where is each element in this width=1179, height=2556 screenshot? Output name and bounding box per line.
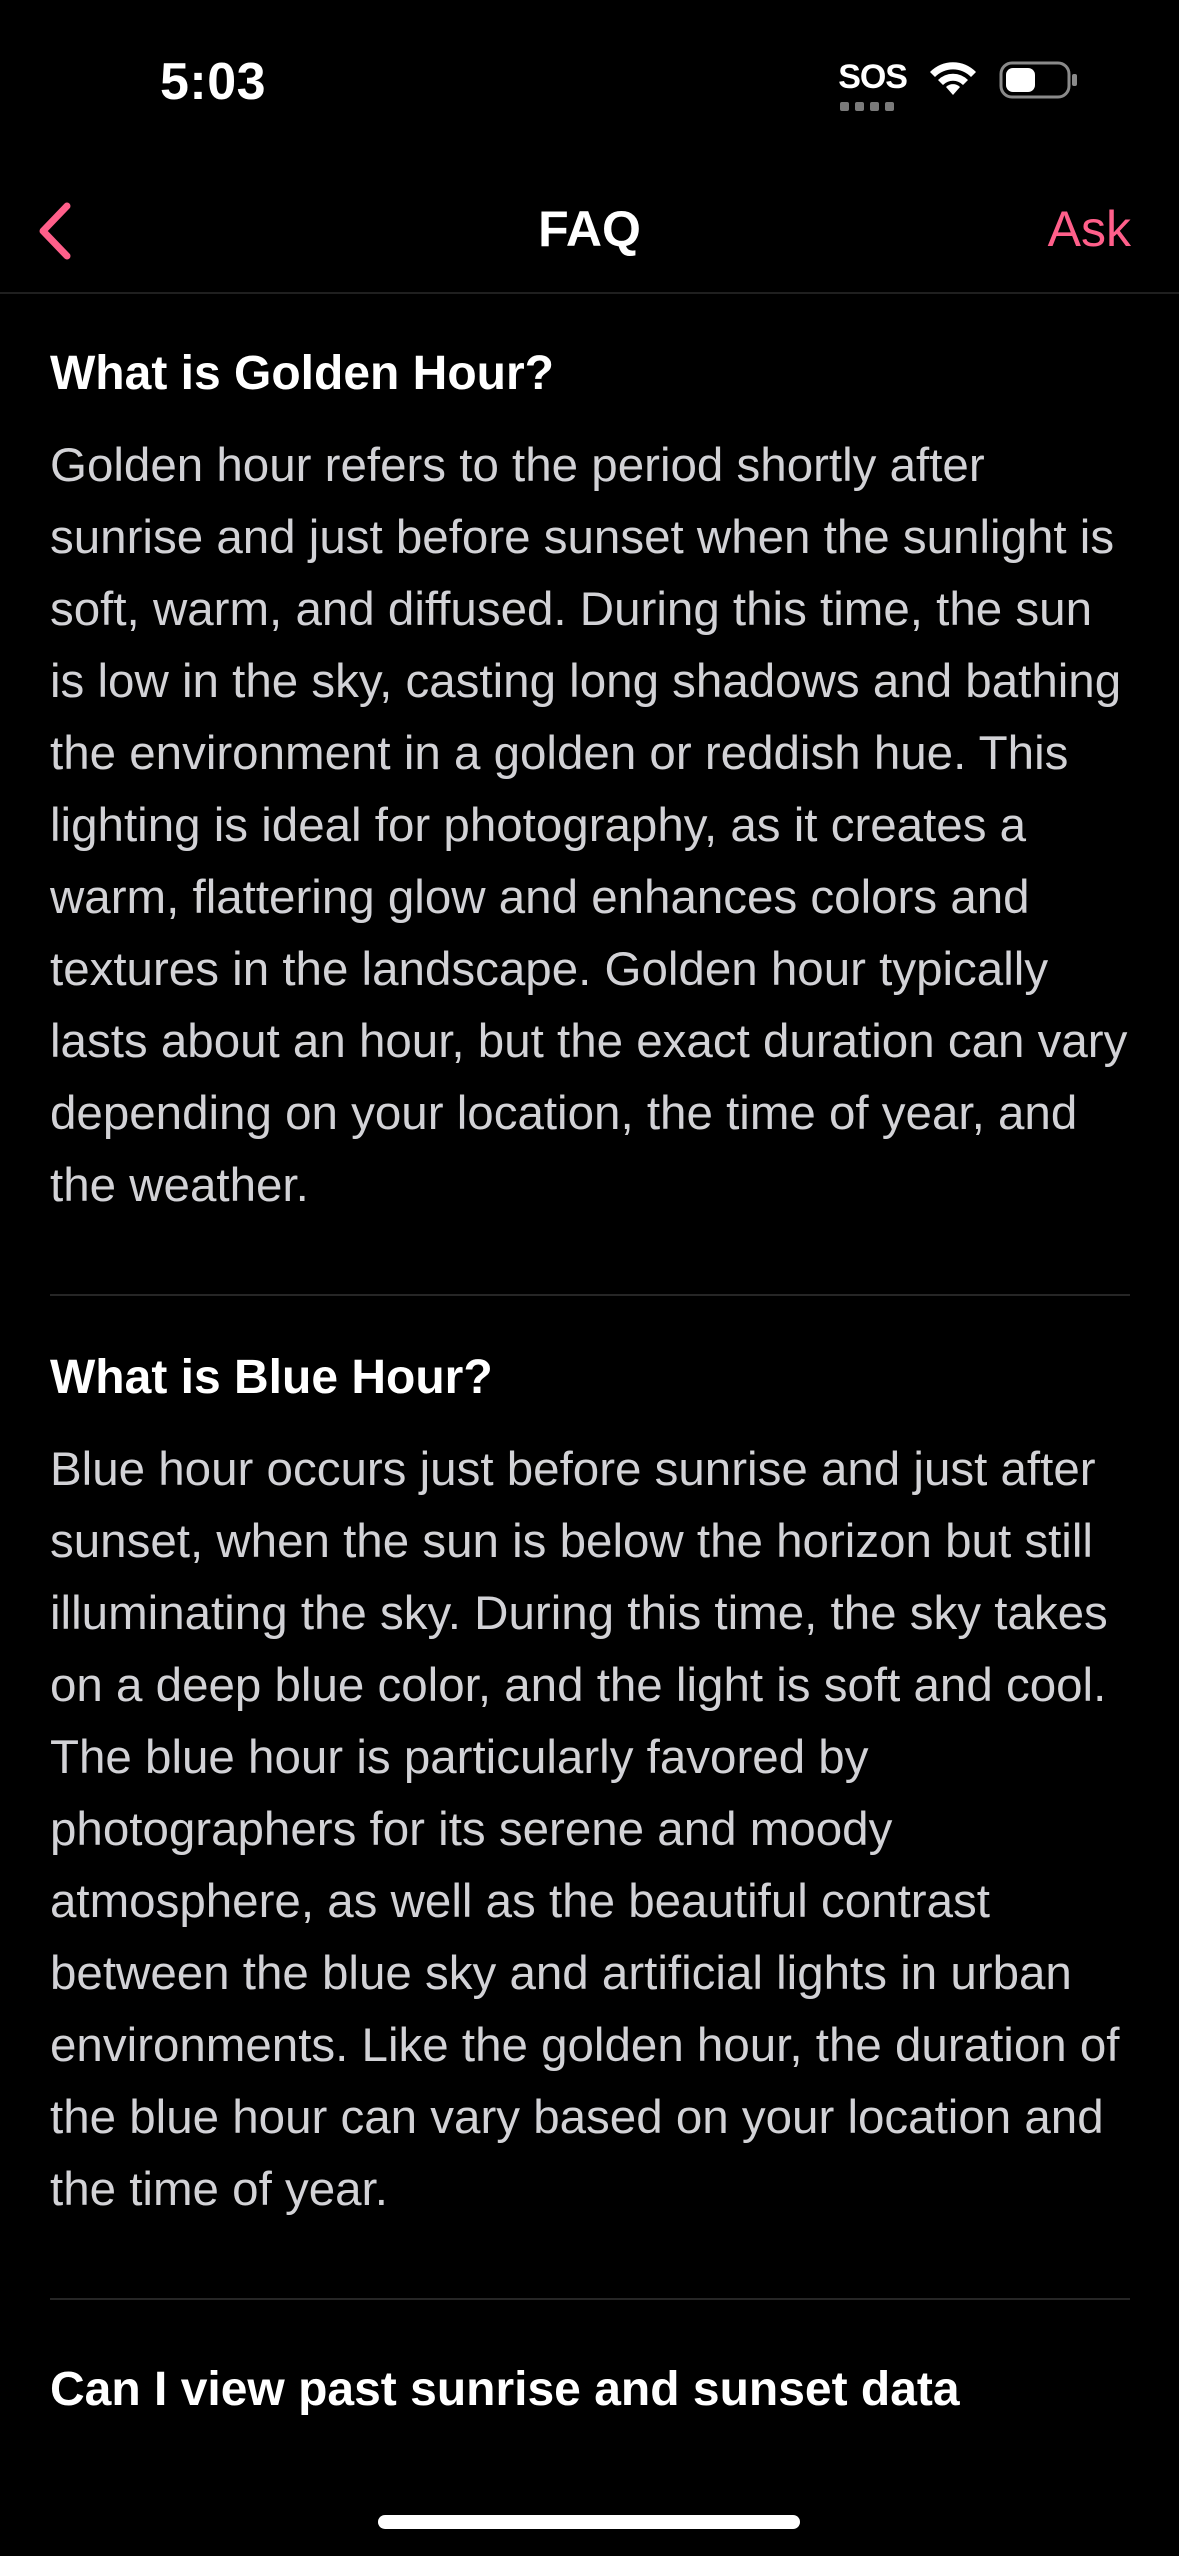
faq-answer: Blue hour occurs just before sunrise and… (50, 1443, 1120, 2216)
faq-item: What is Blue Hour? Blue hour occurs just… (50, 1296, 1130, 2300)
faq-list: What is Golden Hour? Golden hour refers … (50, 292, 1130, 2518)
faq-answer: Golden hour refers to the period shortly… (50, 439, 1128, 1212)
faq-question: What is Golden Hour? (50, 347, 554, 400)
faq-item: Can I view past sunrise and sunset data (50, 2300, 1130, 2518)
status-icons: SOS (838, 58, 1079, 111)
sos-label: SOS (838, 58, 908, 96)
status-time: 5:03 (160, 53, 267, 111)
wifi-icon (929, 62, 977, 103)
navigation-bar: FAQ Ask (0, 170, 1179, 294)
page-title: FAQ (538, 201, 641, 257)
faq-question: What is Blue Hour? (50, 1351, 493, 1404)
faq-question: Can I view past sunrise and sunset data (50, 2363, 960, 2416)
sos-indicator: SOS (838, 58, 908, 111)
faq-item: What is Golden Hour? Golden hour refers … (50, 292, 1130, 1296)
signal-dots (840, 102, 895, 111)
home-indicator[interactable] (378, 2515, 800, 2529)
battery-icon (999, 60, 1079, 105)
status-bar: 5:03 SOS (0, 0, 1179, 170)
ask-button[interactable]: Ask (1048, 200, 1131, 258)
